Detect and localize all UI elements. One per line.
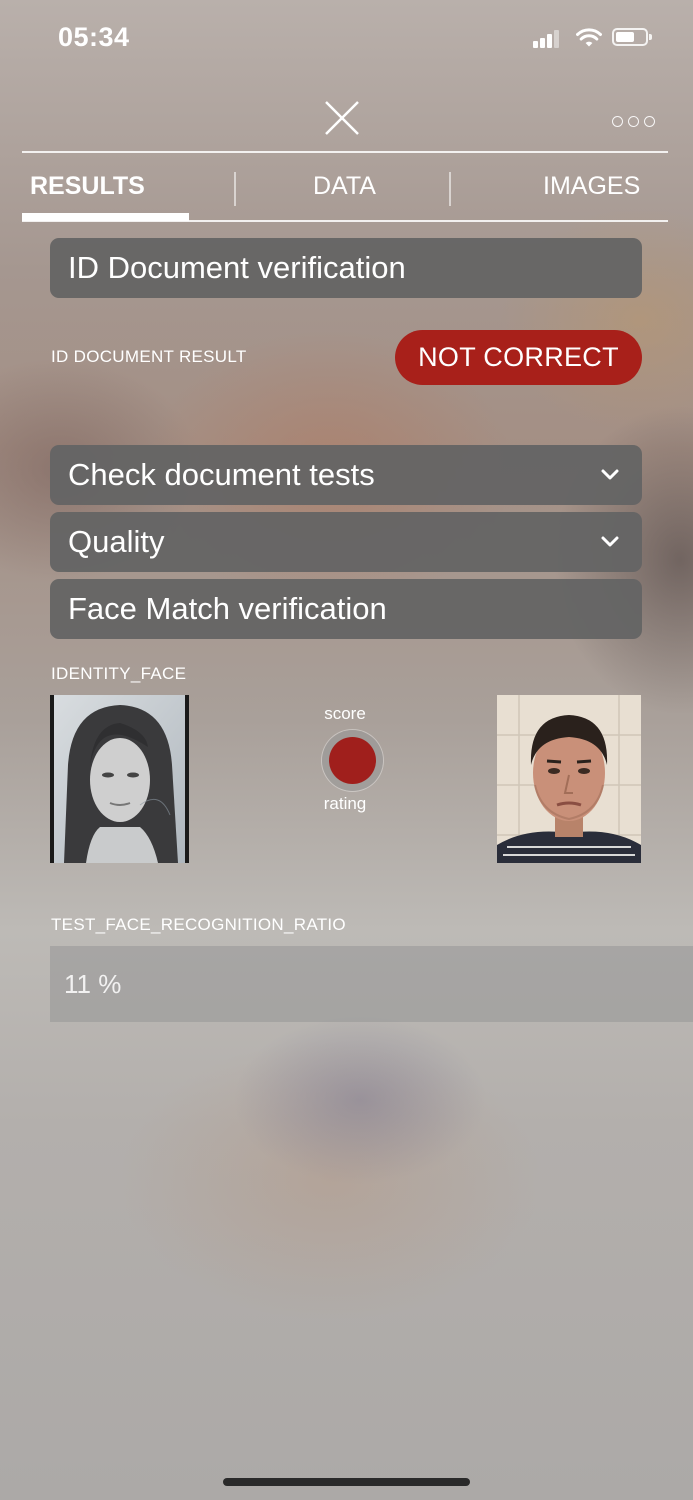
tab-images[interactable]: IMAGES [543,155,640,217]
rating-label: rating [323,794,367,813]
tab-divider [449,172,451,206]
id-document-result-label: ID DOCUMENT RESULT [51,347,247,366]
face-recognition-ratio-label: TEST_FACE_RECOGNITION_RATIO [51,915,346,934]
score-label: score [324,704,366,723]
tab-data[interactable]: DATA [313,155,376,217]
chevron-down-icon [601,536,619,547]
quality-label: Quality [68,524,165,559]
status-badge: NOT CORRECT [395,330,642,385]
chevron-down-icon [601,469,619,480]
divider [22,151,668,153]
tab-results[interactable]: RESULTS [30,155,145,217]
id-document-face-photo [50,695,189,863]
selfie-face-photo [497,695,641,863]
home-indicator[interactable] [223,1478,470,1486]
wifi-icon [576,28,602,47]
check-document-tests-accordion[interactable]: Check document tests [50,445,642,505]
rating-indicator [322,730,383,791]
tab-divider [234,172,236,206]
more-options-dots-icon [612,116,623,127]
close-button[interactable] [318,94,366,142]
cellular-signal-icon [533,30,563,48]
close-x-icon [325,101,359,135]
check-document-tests-label: Check document tests [68,457,375,492]
divider [22,220,668,222]
more-options-button[interactable] [612,116,655,127]
face-match-verification-header: Face Match verification [50,579,642,639]
id-document-verification-header: ID Document verification [50,238,642,298]
identity-face-label: IDENTITY_FACE [51,664,187,683]
status-time: 05:34 [58,22,130,52]
tab-bar: RESULTS DATA IMAGES [22,155,668,221]
status-bar: 05:34 [0,0,693,80]
face-recognition-ratio-value: 11 % [50,946,693,1022]
quality-accordion[interactable]: Quality [50,512,642,572]
battery-icon [612,28,652,46]
